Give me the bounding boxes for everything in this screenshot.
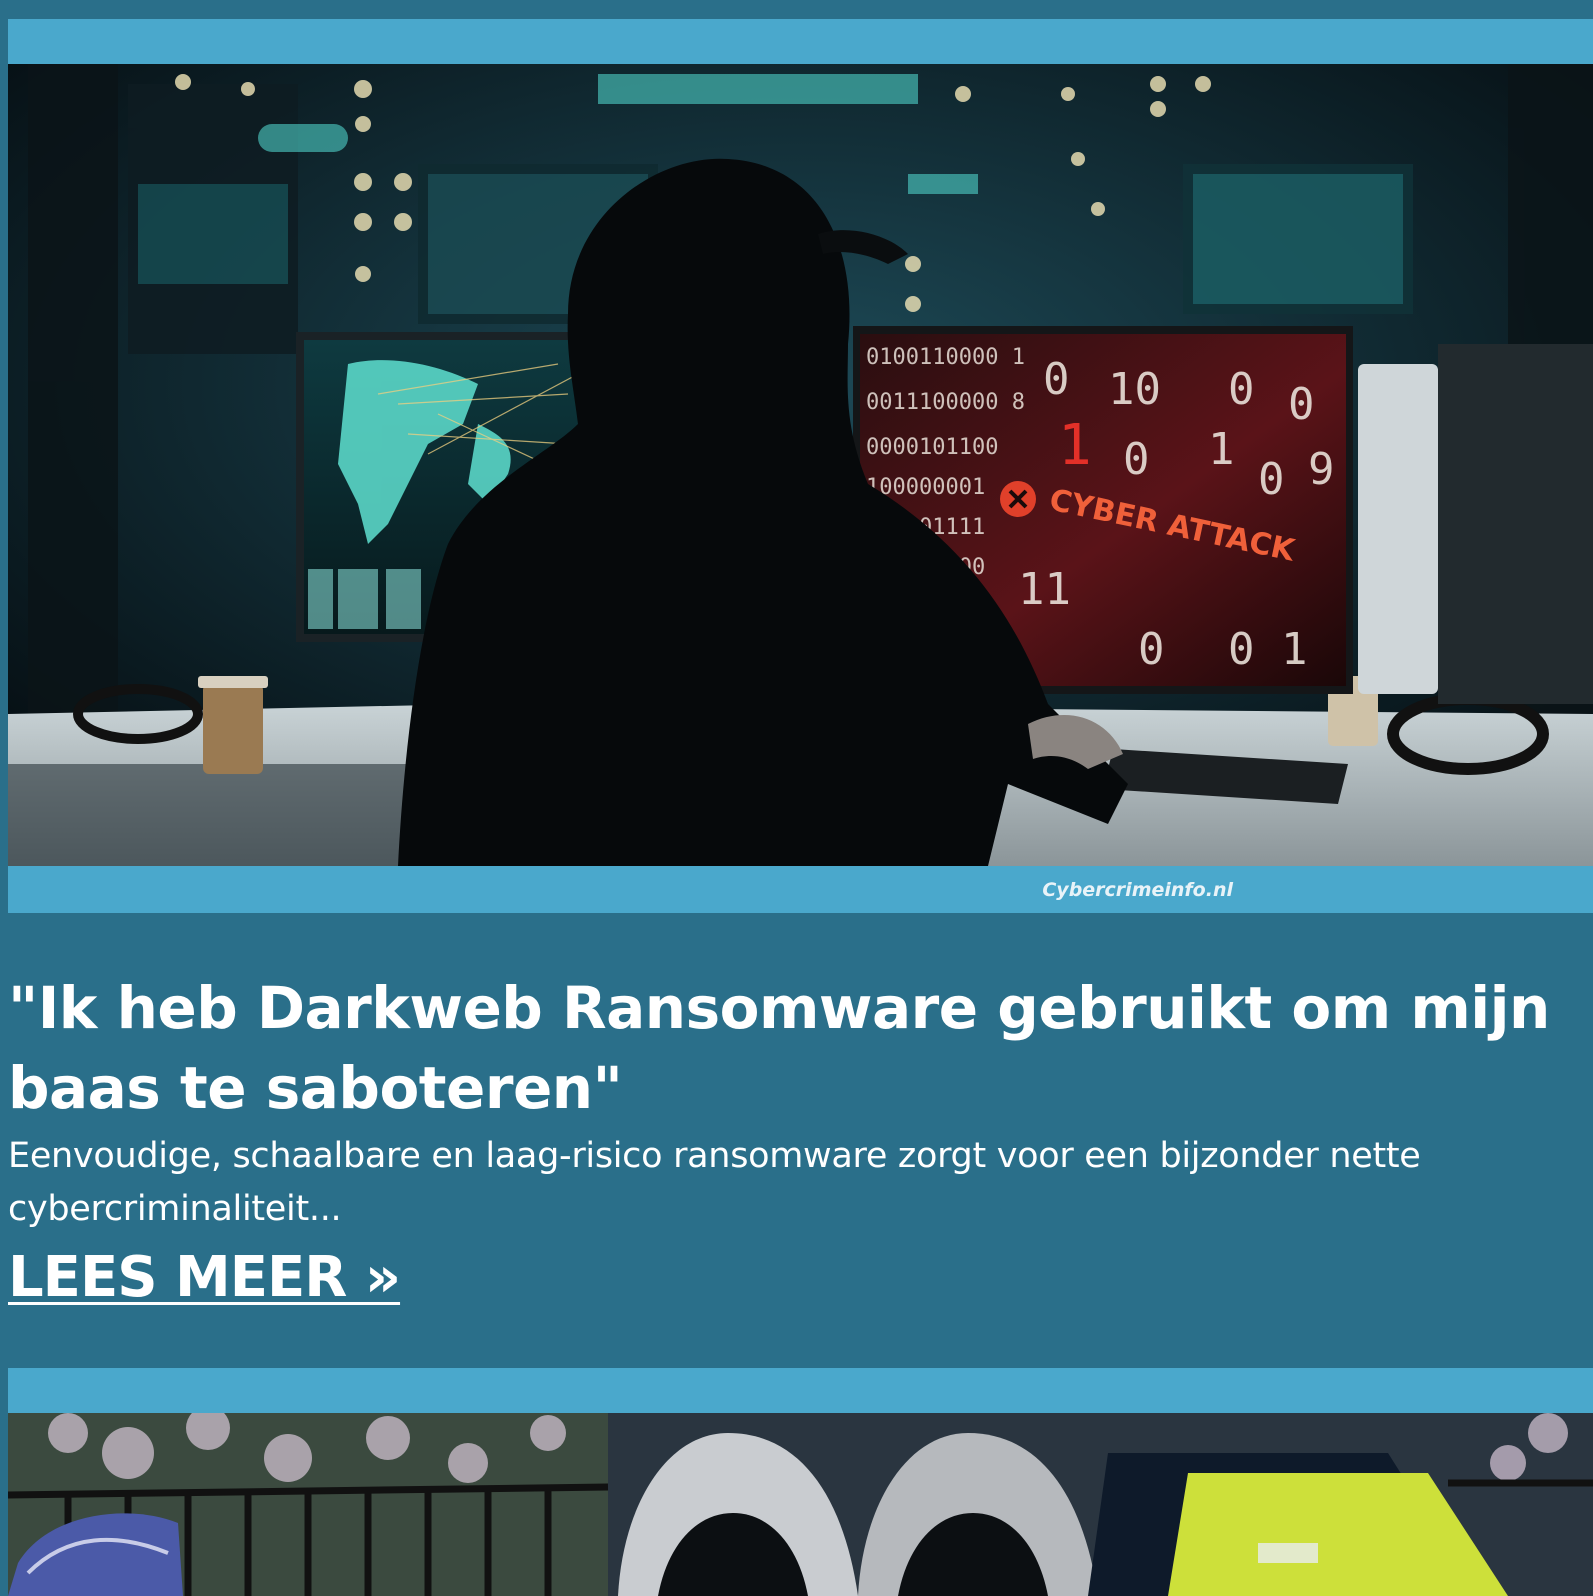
- article-hero-image-2[interactable]: [8, 1413, 1593, 1596]
- svg-text:0100110000 1: 0100110000 1: [866, 345, 1025, 370]
- svg-text:0: 0: [1123, 434, 1150, 485]
- svg-text:0: 0: [1258, 454, 1285, 505]
- svg-text:0000101100: 0000101100: [866, 435, 998, 460]
- svg-text:0: 0: [1228, 364, 1255, 415]
- article-excerpt: Eenvoudige, schaalbare en laag-risico ra…: [8, 1136, 1421, 1229]
- svg-text:11: 11: [1018, 564, 1071, 615]
- svg-text:10: 10: [1108, 364, 1161, 415]
- svg-text:0: 0: [1043, 354, 1070, 405]
- read-more-link[interactable]: LEES MEER »: [8, 1242, 401, 1314]
- svg-text:1: 1: [1208, 424, 1235, 475]
- article-title[interactable]: "Ik heb Darkweb Ransomware gebruikt om m…: [8, 968, 1588, 1128]
- svg-text:0: 0: [1138, 624, 1165, 675]
- article-image-card[interactable]: 0100110000 1 0011100000 8 0000101100 100…: [8, 19, 1593, 913]
- image-credit: Cybercrimeinfo.nl: [1042, 879, 1233, 901]
- svg-text:1: 1: [1058, 413, 1092, 478]
- article-hero-image[interactable]: 0100110000 1 0011100000 8 0000101100 100…: [8, 64, 1593, 866]
- svg-text:0: 0: [1288, 379, 1315, 430]
- hooded-figures-police-illustration: [8, 1413, 1593, 1596]
- svg-text:0011100000 8: 0011100000 8: [866, 390, 1025, 415]
- svg-text:0 1: 0 1: [1228, 624, 1307, 675]
- hacker-scene-illustration: 0100110000 1 0011100000 8 0000101100 100…: [8, 64, 1593, 866]
- article-image-card-2[interactable]: [8, 1368, 1593, 1596]
- article-summary: "Ik heb Darkweb Ransomware gebruikt om m…: [8, 968, 1588, 1314]
- svg-text:9: 9: [1308, 444, 1335, 495]
- close-circle-icon: [1000, 481, 1036, 517]
